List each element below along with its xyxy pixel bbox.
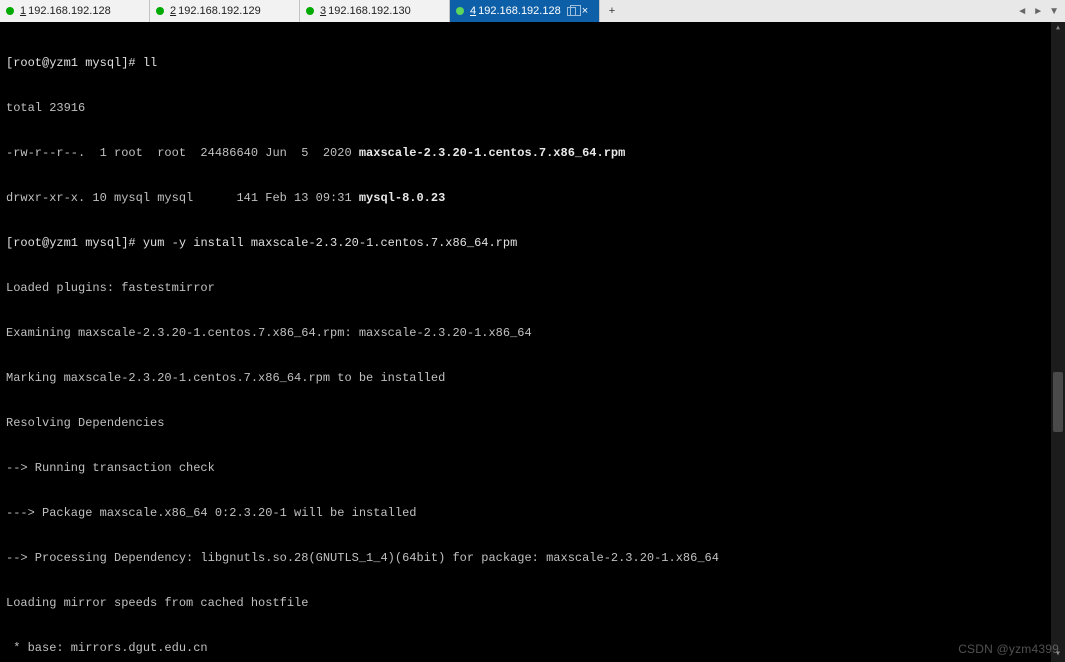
prompt: [root@yzm1 mysql]#: [6, 56, 143, 70]
status-dot-icon: [156, 7, 164, 15]
tab-label: 192.168.192.129: [178, 5, 261, 17]
terminal-wrap: [root@yzm1 mysql]# ll total 23916 -rw-r-…: [0, 22, 1065, 662]
output-line: ---> Package maxscale.x86_64 0:2.3.20-1 …: [6, 506, 1045, 521]
status-dot-icon: [456, 7, 464, 15]
output-line: --> Processing Dependency: libgnutls.so.…: [6, 551, 1045, 566]
new-tab-button[interactable]: +: [600, 5, 624, 17]
tab-label: 192.168.192.128: [478, 5, 561, 17]
tab-index: 3: [320, 5, 326, 17]
output-line: Examining maxscale-2.3.20-1.centos.7.x86…: [6, 326, 1045, 341]
status-dot-icon: [6, 7, 14, 15]
output-line: Loaded plugins: fastestmirror: [6, 281, 1045, 296]
tabs-menu-icon[interactable]: ▼: [1049, 6, 1059, 17]
tab-label: 192.168.192.128: [28, 5, 111, 17]
tab-3[interactable]: 3 192.168.192.130: [300, 0, 450, 22]
output-line: Resolving Dependencies: [6, 416, 1045, 431]
output-line: * base: mirrors.dgut.edu.cn: [6, 641, 1045, 656]
tab-index: 1: [20, 5, 26, 17]
prompt: [root@yzm1 mysql]#: [6, 236, 143, 250]
tab-1[interactable]: 1 192.168.192.128: [0, 0, 150, 22]
scroll-down-icon[interactable]: ▾: [1051, 648, 1065, 662]
tab-bar: 1 192.168.192.128 2 192.168.192.129 3 19…: [0, 0, 1065, 22]
output-line: --> Running transaction check: [6, 461, 1045, 476]
tabs-scroll-right-icon[interactable]: ►: [1033, 6, 1043, 17]
ls-total: total 23916: [6, 101, 1045, 116]
tab-label: 192.168.192.130: [328, 5, 411, 17]
file-rpm: maxscale-2.3.20-1.centos.7.x86_64.rpm: [359, 146, 625, 160]
scroll-up-icon[interactable]: ▴: [1051, 22, 1065, 36]
terminal[interactable]: [root@yzm1 mysql]# ll total 23916 -rw-r-…: [0, 22, 1051, 662]
scroll-thumb[interactable]: [1053, 372, 1063, 432]
tabs-scroll-left-icon[interactable]: ◄: [1017, 6, 1027, 17]
dir-mysql: mysql-8.0.23: [359, 191, 445, 205]
tab-2[interactable]: 2 192.168.192.129: [150, 0, 300, 22]
tab-index: 4: [470, 5, 476, 17]
cmd: ll: [143, 56, 157, 70]
output-line: Marking maxscale-2.3.20-1.centos.7.x86_6…: [6, 371, 1045, 386]
scrollbar[interactable]: ▴ ▾: [1051, 22, 1065, 662]
cmd: yum -y install maxscale-2.3.20-1.centos.…: [143, 236, 517, 250]
tab-index: 2: [170, 5, 176, 17]
duplicate-tab-icon[interactable]: [567, 7, 576, 16]
close-tab-icon[interactable]: ×: [582, 6, 588, 17]
tab-4[interactable]: 4 192.168.192.128 ×: [450, 0, 600, 22]
output-line: Loading mirror speeds from cached hostfi…: [6, 596, 1045, 611]
status-dot-icon: [306, 7, 314, 15]
ls-line: -rw-r--r--. 1 root root 24486640 Jun 5 2…: [6, 146, 359, 160]
ls-line: drwxr-xr-x. 10 mysql mysql 141 Feb 13 09…: [6, 191, 359, 205]
